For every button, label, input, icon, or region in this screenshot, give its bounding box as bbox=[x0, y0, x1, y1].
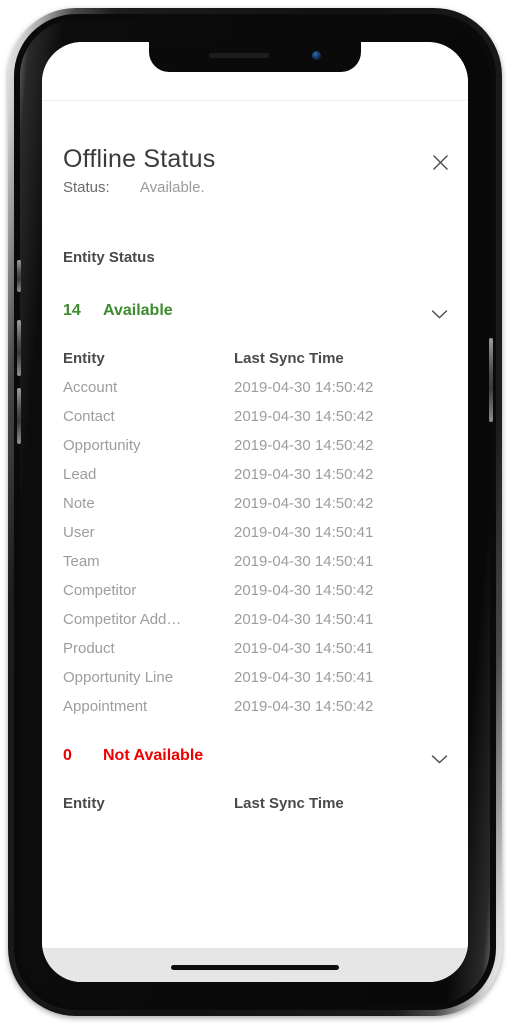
phone-screen: Offline Status Status: Available. Entity bbox=[42, 42, 468, 982]
cell-last-sync-time: 2019-04-30 14:50:41 bbox=[234, 553, 374, 570]
section-count-available: 14 bbox=[63, 302, 81, 319]
cell-last-sync-time: 2019-04-30 14:50:41 bbox=[234, 640, 374, 657]
entity-table-not-available: Entity Last Sync Time bbox=[42, 795, 468, 824]
section-label-available: Available bbox=[103, 302, 173, 319]
cell-entity: Opportunity Line bbox=[63, 669, 174, 686]
cell-last-sync-time: 2019-04-30 14:50:41 bbox=[234, 524, 374, 541]
cell-last-sync-time: 2019-04-30 14:50:42 bbox=[234, 408, 374, 425]
front-camera-icon bbox=[312, 51, 321, 60]
table-row: Lead 2019-04-30 14:50:42 bbox=[42, 466, 468, 495]
phone-body: Offline Status Status: Available. Entity bbox=[14, 14, 496, 1010]
cell-last-sync-time: 2019-04-30 14:50:42 bbox=[234, 379, 374, 396]
volume-down-button[interactable] bbox=[17, 388, 21, 444]
section-count-not-available: 0 bbox=[63, 747, 72, 764]
cell-entity: Appointment bbox=[63, 698, 148, 715]
cell-last-sync-time: 2019-04-30 14:50:42 bbox=[234, 582, 374, 599]
title-bar-divider bbox=[42, 72, 468, 101]
mute-switch[interactable] bbox=[17, 260, 21, 292]
column-header-entity: Entity bbox=[63, 350, 105, 367]
phone-frame: Offline Status Status: Available. Entity bbox=[8, 8, 502, 1016]
cell-entity: Team bbox=[63, 553, 100, 570]
table-header-row: Entity Last Sync Time bbox=[42, 350, 468, 379]
status-line: Status: Available. bbox=[63, 179, 205, 196]
home-indicator[interactable] bbox=[171, 965, 339, 970]
cell-last-sync-time: 2019-04-30 14:50:42 bbox=[234, 495, 374, 512]
column-header-entity: Entity bbox=[63, 795, 105, 812]
notch bbox=[149, 42, 361, 72]
dialog-header: Offline Status bbox=[42, 101, 468, 173]
cell-entity: Account bbox=[63, 379, 118, 396]
table-header-row: Entity Last Sync Time bbox=[42, 795, 468, 824]
table-row: Note 2019-04-30 14:50:42 bbox=[42, 495, 468, 524]
cell-entity: Opportunity bbox=[63, 437, 141, 454]
column-header-last-sync-time: Last Sync Time bbox=[234, 795, 344, 812]
cell-entity: Competitor bbox=[63, 582, 137, 599]
cell-entity: User bbox=[63, 524, 95, 541]
table-row: Opportunity 2019-04-30 14:50:42 bbox=[42, 437, 468, 466]
section-label-not-available: Not Available bbox=[103, 747, 204, 764]
column-header-last-sync-time: Last Sync Time bbox=[234, 350, 344, 367]
chevron-down-icon bbox=[431, 754, 447, 763]
cell-last-sync-time: 2019-04-30 14:50:42 bbox=[234, 466, 374, 483]
table-row: Account 2019-04-30 14:50:42 bbox=[42, 379, 468, 408]
phone-bezel: Offline Status Status: Available. Entity bbox=[17, 20, 493, 1004]
cell-last-sync-time: 2019-04-30 14:50:41 bbox=[234, 669, 374, 686]
entity-table-available: Entity Last Sync Time Account 2019-04-30 … bbox=[42, 350, 468, 727]
table-row: Product 2019-04-30 14:50:41 bbox=[42, 640, 468, 669]
table-row: Contact 2019-04-30 14:50:42 bbox=[42, 408, 468, 437]
cell-entity: Competitor Add… bbox=[63, 611, 182, 628]
table-row: Competitor 2019-04-30 14:50:42 bbox=[42, 582, 468, 611]
volume-up-button[interactable] bbox=[17, 320, 21, 376]
home-indicator-area bbox=[42, 948, 468, 982]
close-button[interactable] bbox=[426, 148, 454, 176]
entity-status-heading: Entity Status bbox=[63, 249, 155, 266]
table-row: Appointment 2019-04-30 14:50:42 bbox=[42, 698, 468, 727]
table-row: User 2019-04-30 14:50:41 bbox=[42, 524, 468, 553]
chevron-down-icon bbox=[431, 309, 447, 318]
table-row: Competitor Add… 2019-04-30 14:50:41 bbox=[42, 611, 468, 640]
cell-last-sync-time: 2019-04-30 14:50:42 bbox=[234, 698, 374, 715]
speaker-slot-icon bbox=[209, 53, 269, 58]
entity-rows-available: Account 2019-04-30 14:50:42 Contact 2019-04… bbox=[42, 379, 468, 727]
cell-entity: Lead bbox=[63, 466, 97, 483]
power-button[interactable] bbox=[489, 338, 493, 422]
offline-status-dialog: Offline Status Status: Available. Entity bbox=[42, 42, 468, 982]
table-row: Opportunity Line 2019-04-30 14:50:41 bbox=[42, 669, 468, 698]
status-label: Status: bbox=[63, 179, 110, 196]
section-header-available[interactable]: 14 Available bbox=[42, 302, 468, 328]
cell-last-sync-time: 2019-04-30 14:50:41 bbox=[234, 611, 374, 628]
chevron-down-icon-available[interactable] bbox=[428, 304, 450, 324]
page-title: Offline Status bbox=[63, 145, 216, 173]
cell-entity: Product bbox=[63, 640, 115, 657]
close-icon bbox=[432, 154, 448, 170]
cell-entity: Note bbox=[63, 495, 95, 512]
table-row: Team 2019-04-30 14:50:41 bbox=[42, 553, 468, 582]
cell-last-sync-time: 2019-04-30 14:50:42 bbox=[234, 437, 374, 454]
status-value: Available. bbox=[139, 179, 205, 196]
chevron-down-icon-not-available[interactable] bbox=[428, 749, 450, 769]
section-header-not-available[interactable]: 0 Not Available bbox=[42, 747, 468, 773]
cell-entity: Contact bbox=[63, 408, 115, 425]
